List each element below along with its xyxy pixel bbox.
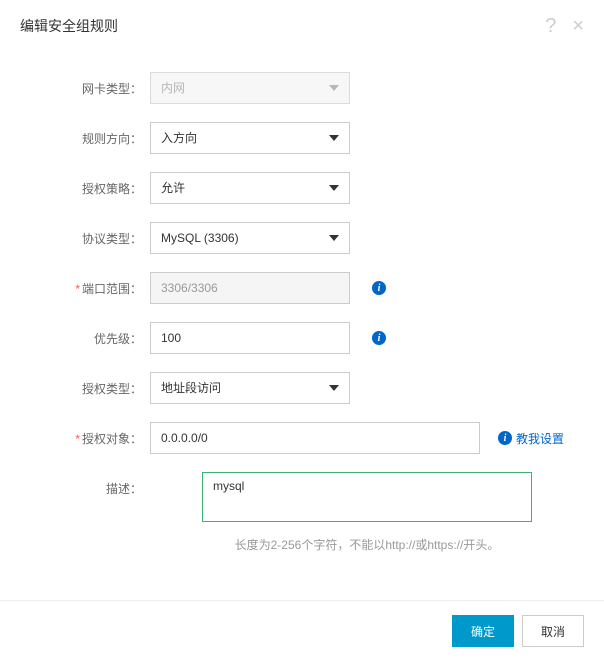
row-direction: 规则方向： 入方向: [20, 122, 584, 154]
label-port-range: *端口范围：: [20, 272, 150, 297]
help-link-auth-object[interactable]: i 教我设置: [498, 430, 564, 447]
row-nic-type: 网卡类型： 内网: [20, 72, 584, 104]
modal-title: 编辑安全组规则: [20, 16, 118, 36]
label-direction: 规则方向：: [20, 122, 150, 147]
label-auth-type: 授权类型：: [20, 372, 150, 397]
ok-button[interactable]: 确定: [452, 615, 514, 647]
cancel-button[interactable]: 取消: [522, 615, 584, 647]
row-auth-policy: 授权策略： 允许: [20, 172, 584, 204]
help-link-text: 教我设置: [516, 430, 564, 447]
label-auth-policy: 授权策略：: [20, 172, 150, 197]
info-icon-priority[interactable]: i: [372, 331, 386, 345]
row-description: 描述： 长度为2-256个字符，不能以http://或https://开头。: [20, 472, 584, 553]
row-auth-object: *授权对象： i 教我设置: [20, 422, 584, 454]
row-protocol: 协议类型： MySQL (3306): [20, 222, 584, 254]
row-auth-type: 授权类型： 地址段访问: [20, 372, 584, 404]
select-auth-type[interactable]: 地址段访问: [150, 372, 350, 404]
label-auth-object: *授权对象：: [20, 422, 150, 447]
help-icon[interactable]: ?: [545, 16, 556, 36]
row-priority: 优先级： i: [20, 322, 584, 354]
info-icon-port[interactable]: i: [372, 281, 386, 295]
label-protocol: 协议类型：: [20, 222, 150, 247]
input-auth-object[interactable]: [150, 422, 480, 454]
textarea-description[interactable]: [202, 472, 532, 522]
label-nic-type: 网卡类型：: [20, 72, 150, 97]
modal-body: 网卡类型： 内网 规则方向： 入方向 授权策略： 允许: [0, 52, 604, 600]
select-auth-policy[interactable]: 允许: [150, 172, 350, 204]
input-port-range: [150, 272, 350, 304]
description-hint: 长度为2-256个字符，不能以http://或https://开头。: [235, 536, 500, 553]
select-protocol[interactable]: MySQL (3306): [150, 222, 350, 254]
label-priority: 优先级：: [20, 322, 150, 347]
row-port-range: *端口范围： i: [20, 272, 584, 304]
modal-footer: 确定 取消: [0, 600, 604, 661]
label-description: 描述：: [20, 472, 150, 497]
modal-header: 编辑安全组规则 ? ×: [0, 0, 604, 52]
input-priority[interactable]: [150, 322, 350, 354]
select-direction[interactable]: 入方向: [150, 122, 350, 154]
close-icon[interactable]: ×: [572, 16, 584, 36]
security-group-rule-modal: 编辑安全组规则 ? × 网卡类型： 内网 规则方向： 入方向 授权策略：: [0, 0, 604, 661]
header-icons: ? ×: [545, 16, 584, 36]
select-nic-type: 内网: [150, 72, 350, 104]
info-icon-help: i: [498, 431, 512, 445]
